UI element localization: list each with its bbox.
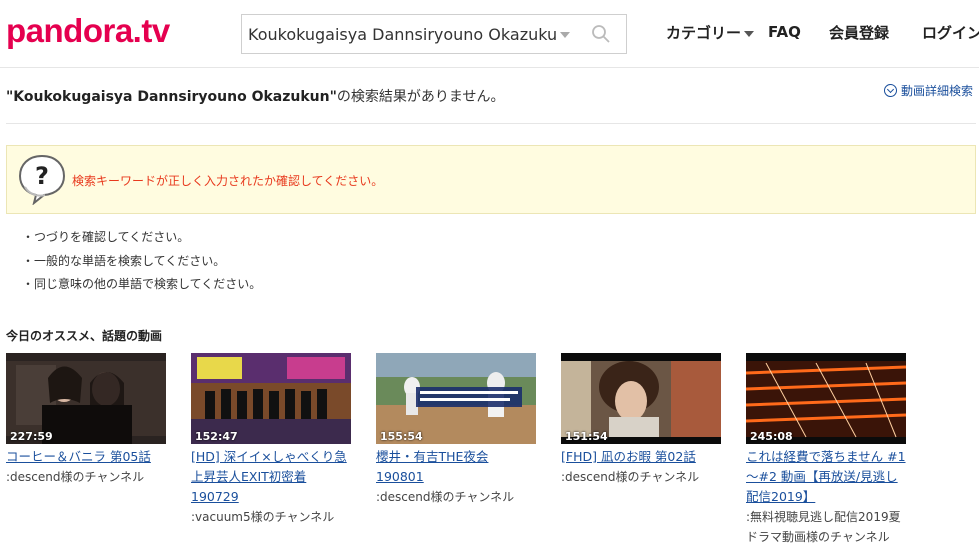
video-channel: :vacuum5様のチャンネル: [191, 510, 335, 524]
tip-item: ・一般的な単語を検索してください。: [22, 253, 226, 268]
question-bubble-icon: ?: [18, 154, 66, 205]
divider: [6, 123, 976, 124]
video-duration: 227:59: [10, 430, 53, 443]
video-card: 152:47 [HD] 深イイ×しゃべくり急上昇芸人EXIT初密着190729 …: [191, 353, 351, 527]
video-card: 155:54 櫻井・有吉THE夜会190801 :descend様のチャンネル: [376, 353, 536, 507]
chevron-circle-down-icon: [884, 84, 897, 97]
notice-box: ? 検索キーワードが正しく入力されたか確認してください。: [6, 145, 976, 214]
no-result-text: の検索結果がありません。: [336, 89, 505, 105]
advanced-search-link[interactable]: 動画詳細検索: [884, 82, 973, 99]
video-title-link[interactable]: 櫻井・有吉THE夜会190801: [376, 447, 536, 487]
video-duration: 155:54: [380, 430, 423, 443]
video-title-link[interactable]: [HD] 深イイ×しゃべくり急上昇芸人EXIT初密着190729: [191, 447, 351, 507]
tip-item: ・つづりを確認してください。: [22, 230, 190, 244]
search-tips: ・つづりを確認してください。 ・一般的な単語を検索してください。 ・同じ意味の他…: [22, 229, 261, 300]
tip-item: ・同じ意味の他の単語で検索してください。: [22, 277, 262, 291]
video-channel: :descend様のチャンネル: [561, 470, 700, 484]
nav-faq[interactable]: FAQ: [768, 23, 801, 41]
video-duration: 151:54: [565, 430, 608, 443]
search-box: [241, 14, 627, 54]
chevron-down-icon: [744, 30, 755, 37]
site-header: pandora.tv カテゴリー FAQ 会員登録 ログイン: [0, 0, 979, 68]
video-card: 245:08 これは経費で落ちません #1～#2 動画【再放送/見逃し配信201…: [746, 353, 906, 547]
video-card: 151:54 [FHD] 凪のお暇 第02話 :descend様のチャンネル: [561, 353, 721, 487]
site-logo[interactable]: pandora.tv: [6, 12, 170, 50]
video-thumbnail[interactable]: 245:08: [746, 353, 906, 444]
video-thumbnail[interactable]: 227:59: [6, 353, 166, 444]
search-query: "Koukokugaisya Dannsiryouno Okazukun": [6, 89, 337, 105]
video-channel: :descend様のチャンネル: [6, 470, 145, 484]
video-thumbnail[interactable]: 155:54: [376, 353, 536, 444]
recommend-title: 今日のオススメ、話題の動画: [6, 329, 163, 343]
video-duration: 245:08: [750, 430, 793, 443]
search-result-message: "Koukokugaisya Dannsiryouno Okazukun"の検索…: [6, 86, 504, 106]
video-card: 227:59 コーヒー＆バニラ 第05話 :descend様のチャンネル: [6, 353, 166, 487]
video-title-link[interactable]: [FHD] 凪のお暇 第02話: [561, 447, 721, 467]
video-thumbnail[interactable]: 151:54: [561, 353, 721, 444]
nav-login[interactable]: ログイン: [922, 22, 979, 43]
search-dropdown-caret-icon[interactable]: [560, 32, 570, 38]
video-thumbnail[interactable]: 152:47: [191, 353, 351, 444]
svg-text:?: ?: [35, 162, 49, 190]
video-title-link[interactable]: コーヒー＆バニラ 第05話: [6, 447, 166, 467]
search-input[interactable]: [248, 15, 558, 53]
video-title-link[interactable]: これは経費で落ちません #1～#2 動画【再放送/見逃し配信2019】: [746, 447, 906, 507]
notice-text: 検索キーワードが正しく入力されたか確認してください。: [72, 174, 384, 188]
video-channel: :無料視聴見逃し配信2019夏ドラマ動画様のチャンネル: [746, 510, 901, 544]
search-icon[interactable]: [590, 23, 612, 45]
advanced-search-label: 動画詳細検索: [901, 84, 974, 98]
video-channel: :descend様のチャンネル: [376, 490, 515, 504]
nav-register[interactable]: 会員登録: [829, 22, 889, 43]
nav-category-label: カテゴリー: [666, 24, 742, 42]
nav-category[interactable]: カテゴリー: [666, 22, 755, 43]
video-duration: 152:47: [195, 430, 238, 443]
